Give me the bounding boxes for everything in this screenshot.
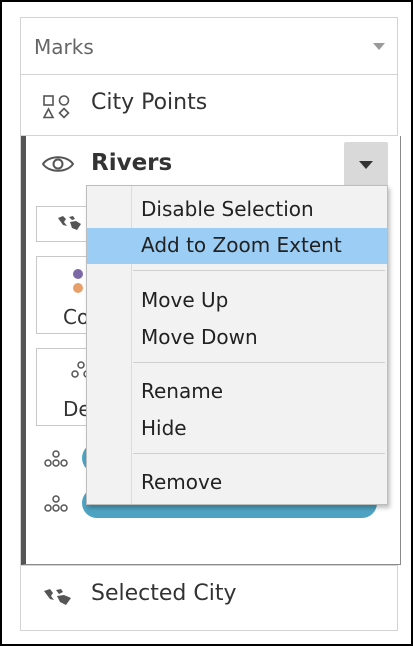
eye-icon[interactable] xyxy=(41,153,75,175)
menu-item-label: Move Down xyxy=(141,325,258,349)
menu-item-move-down[interactable]: Move Down xyxy=(87,320,387,356)
layer-selected-city[interactable]: Selected City xyxy=(21,565,397,630)
layer-label-rivers: Rivers xyxy=(91,150,173,176)
menu-separator xyxy=(133,270,385,271)
detail-dots-icon xyxy=(44,495,68,512)
chevron-down-icon[interactable] xyxy=(373,43,385,50)
menu-item-add-to-zoom-extent[interactable]: Add to Zoom Extent xyxy=(87,228,387,264)
menu-item-label: Hide xyxy=(141,416,187,440)
menu-item-label: Rename xyxy=(141,379,224,403)
layer-context-menu: Disable Selection Add to Zoom Extent Mov… xyxy=(86,185,388,505)
rivers-header[interactable]: Rivers xyxy=(26,136,395,192)
layer-label-city-points: City Points xyxy=(91,90,208,115)
menu-item-remove[interactable]: Remove xyxy=(87,465,387,501)
color-dot-orange xyxy=(73,283,83,293)
layer-city-points[interactable]: City Points xyxy=(21,75,397,136)
menu-item-move-up[interactable]: Move Up xyxy=(87,283,387,319)
color-dot-purple xyxy=(73,269,83,279)
detail-dots-icon xyxy=(44,450,68,467)
menu-item-label: Move Up xyxy=(141,288,229,312)
layer-dropdown-button[interactable] xyxy=(344,142,388,186)
map-icon xyxy=(58,216,81,230)
menu-item-hide[interactable]: Hide xyxy=(87,411,387,447)
menu-item-disable-selection[interactable]: Disable Selection xyxy=(87,192,387,228)
marks-title: Marks xyxy=(34,35,94,59)
map-icon xyxy=(44,589,71,605)
shapes-icon xyxy=(43,95,70,119)
menu-item-rename[interactable]: Rename xyxy=(87,374,387,410)
menu-item-label: Remove xyxy=(141,470,223,494)
marks-header[interactable]: Marks xyxy=(21,18,397,75)
menu-item-label: Disable Selection xyxy=(141,197,314,221)
menu-separator xyxy=(133,362,385,363)
menu-item-label: Add to Zoom Extent xyxy=(141,233,342,257)
layer-label-selected-city: Selected City xyxy=(91,581,237,606)
menu-separator xyxy=(133,453,385,454)
